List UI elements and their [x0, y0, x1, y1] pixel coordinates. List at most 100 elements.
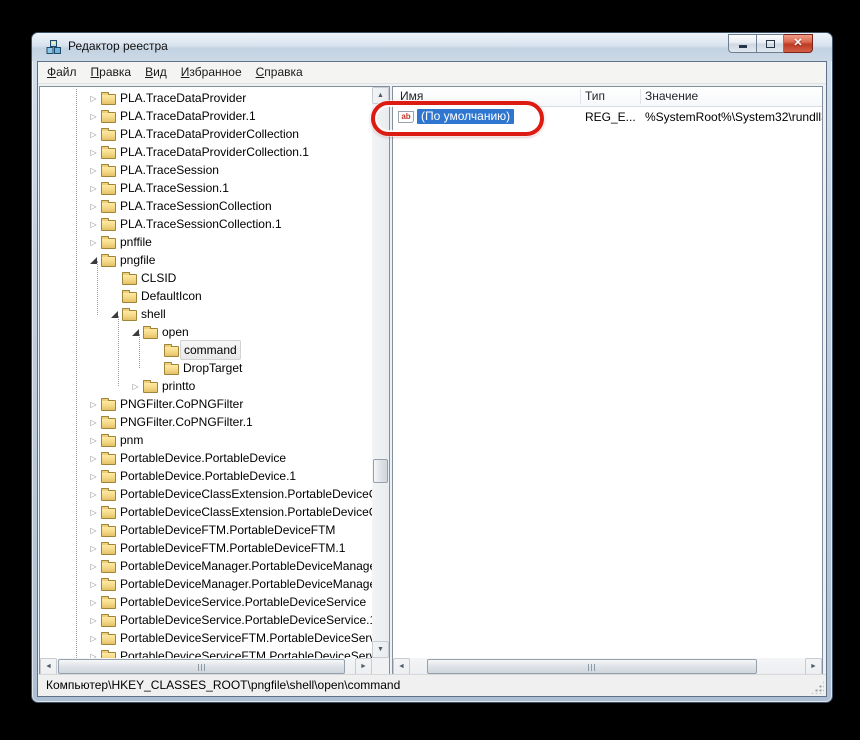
tree-item[interactable]: DefaultIcon — [40, 287, 372, 305]
tree-item[interactable]: PortableDeviceFTM.PortableDeviceFTM.1 — [40, 539, 372, 557]
menu-favorites[interactable]: Избранное — [174, 62, 249, 83]
expander-icon[interactable] — [88, 557, 99, 575]
tree-item[interactable]: command — [40, 341, 372, 359]
values-panel: Имя Тип Значение ab (По умолчанию) REG_E… — [392, 86, 823, 676]
tree-item[interactable]: PortableDeviceService.PortableDeviceServ… — [40, 593, 372, 611]
expander-icon[interactable] — [88, 395, 99, 413]
expander-icon[interactable] — [130, 323, 141, 341]
tree-horizontal-scrollbar[interactable] — [40, 658, 372, 675]
menu-help[interactable]: Справка — [249, 62, 310, 83]
tree-item-label: PortableDeviceServiceFTM.PortableDeviceS… — [120, 629, 372, 647]
menu-file[interactable]: Файл — [38, 62, 84, 83]
indent-spacer — [40, 368, 151, 369]
tree-item[interactable]: PLA.TraceDataProvider — [40, 89, 372, 107]
tree-item-label: PLA.TraceDataProvider — [120, 89, 246, 107]
tree-item[interactable]: PLA.TraceSessionCollection — [40, 197, 372, 215]
tree-hscroll-thumb[interactable] — [58, 659, 345, 674]
scroll-left-arrow-icon[interactable] — [40, 658, 57, 675]
tree-item[interactable]: PLA.TraceSessionCollection.1 — [40, 215, 372, 233]
expander-icon[interactable] — [88, 611, 99, 629]
expander-icon[interactable] — [151, 359, 162, 377]
tree-item-label: shell — [141, 305, 166, 323]
expander-icon[interactable] — [88, 233, 99, 251]
menu-view[interactable]: Вид — [138, 62, 174, 83]
expander-icon[interactable] — [88, 575, 99, 593]
expander-icon[interactable] — [88, 215, 99, 233]
column-header-value[interactable]: Значение — [645, 87, 698, 106]
scroll-left-arrow-icon[interactable] — [393, 658, 410, 675]
expander-icon[interactable] — [88, 485, 99, 503]
close-button[interactable]: ✕ — [784, 34, 813, 53]
expander-icon[interactable] — [88, 125, 99, 143]
list-horizontal-scrollbar[interactable] — [393, 658, 822, 675]
tree-item[interactable]: PortableDeviceClassExtension.PortableDev… — [40, 485, 372, 503]
scroll-right-arrow-icon[interactable] — [805, 658, 822, 675]
column-divider[interactable] — [640, 89, 641, 104]
folder-icon — [101, 202, 116, 213]
tree-vertical-scrollbar[interactable] — [372, 87, 389, 658]
minimize-button[interactable] — [728, 34, 756, 53]
tree-vscroll-thumb[interactable] — [373, 459, 388, 483]
folder-icon — [101, 526, 116, 537]
list-hscroll-thumb[interactable] — [427, 659, 757, 674]
tree-item[interactable]: PLA.TraceDataProvider.1 — [40, 107, 372, 125]
expander-icon[interactable] — [88, 539, 99, 557]
tree-item[interactable]: PLA.TraceSession.1 — [40, 179, 372, 197]
expander-icon[interactable] — [109, 269, 120, 287]
expander-icon[interactable] — [88, 629, 99, 647]
expander-icon[interactable] — [88, 251, 99, 269]
expander-icon[interactable] — [88, 449, 99, 467]
expander-icon[interactable] — [88, 593, 99, 611]
tree-item[interactable]: PortableDevice.PortableDevice.1 — [40, 467, 372, 485]
column-divider[interactable] — [580, 89, 581, 104]
tree-item[interactable]: PortableDeviceManager.PortableDeviceMana… — [40, 575, 372, 593]
expander-icon[interactable] — [130, 377, 141, 395]
expander-icon[interactable] — [88, 431, 99, 449]
menu-edit[interactable]: Правка — [84, 62, 139, 83]
tree-item[interactable]: CLSID — [40, 269, 372, 287]
expander-icon[interactable] — [88, 89, 99, 107]
expander-icon[interactable] — [88, 107, 99, 125]
expander-icon[interactable] — [88, 647, 99, 658]
expander-icon[interactable] — [88, 413, 99, 431]
expander-icon[interactable] — [88, 179, 99, 197]
tree-item[interactable]: PortableDeviceFTM.PortableDeviceFTM — [40, 521, 372, 539]
expander-icon[interactable] — [109, 305, 120, 323]
resize-grip-icon[interactable] — [811, 681, 824, 694]
tree-item[interactable]: PortableDeviceServiceFTM.PortableDeviceS… — [40, 629, 372, 647]
expander-icon[interactable] — [88, 467, 99, 485]
titlebar[interactable]: Редактор реестра ✕ — [32, 33, 832, 61]
tree-item[interactable]: printto — [40, 377, 372, 395]
tree-item[interactable]: open — [40, 323, 372, 341]
scroll-down-arrow-icon[interactable] — [372, 641, 389, 658]
expander-icon[interactable] — [151, 341, 162, 359]
tree-item[interactable]: PortableDeviceManager.PortableDeviceMana… — [40, 557, 372, 575]
expander-icon[interactable] — [109, 287, 120, 305]
tree-item[interactable]: PortableDeviceClassExtension.PortableDev… — [40, 503, 372, 521]
tree-item[interactable]: PLA.TraceSession — [40, 161, 372, 179]
column-header-type[interactable]: Тип — [585, 87, 605, 106]
tree-item[interactable]: PortableDeviceService.PortableDeviceServ… — [40, 611, 372, 629]
tree-item[interactable]: PortableDeviceServiceFTM.PortableDeviceS… — [40, 647, 372, 658]
tree-item[interactable]: shell — [40, 305, 372, 323]
tree-item[interactable]: pngfile — [40, 251, 372, 269]
tree-item[interactable]: pnffile — [40, 233, 372, 251]
tree-item[interactable]: pnm — [40, 431, 372, 449]
tree-item[interactable]: PortableDevice.PortableDevice — [40, 449, 372, 467]
tree-item[interactable]: PLA.TraceDataProviderCollection — [40, 125, 372, 143]
expander-icon[interactable] — [88, 521, 99, 539]
tree-item[interactable]: DropTarget — [40, 359, 372, 377]
folder-icon — [101, 418, 116, 429]
maximize-button[interactable] — [756, 34, 784, 53]
expander-icon[interactable] — [88, 503, 99, 521]
value-list: ab (По умолчанию) REG_E... %SystemRoot%\… — [393, 108, 822, 658]
expander-icon[interactable] — [88, 161, 99, 179]
tree-item[interactable]: PNGFilter.CoPNGFilter.1 — [40, 413, 372, 431]
expander-icon[interactable] — [88, 197, 99, 215]
scroll-right-arrow-icon[interactable] — [355, 658, 372, 675]
tree-item[interactable]: PNGFilter.CoPNGFilter — [40, 395, 372, 413]
expander-icon[interactable] — [88, 143, 99, 161]
tree-item-label: PLA.TraceSession.1 — [120, 179, 229, 197]
tree-item[interactable]: PLA.TraceDataProviderCollection.1 — [40, 143, 372, 161]
indent-spacer — [40, 260, 88, 261]
